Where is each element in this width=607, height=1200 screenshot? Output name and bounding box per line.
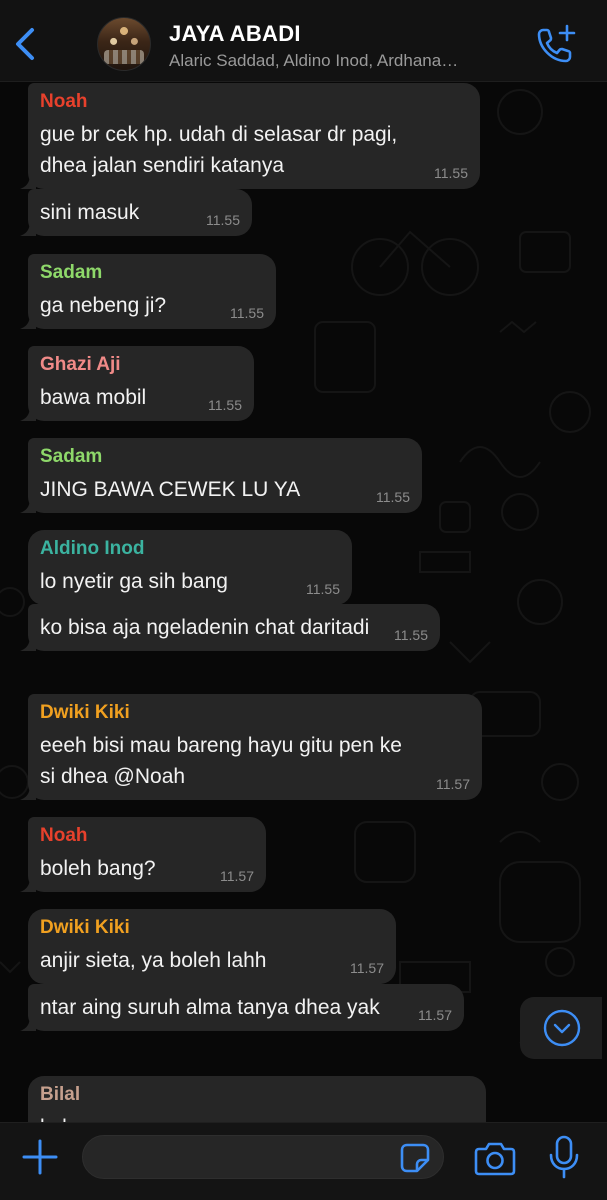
message-sender[interactable]: Noah bbox=[40, 825, 254, 847]
message-sender[interactable]: Dwiki Kiki bbox=[40, 917, 384, 939]
message-time: 11.57 bbox=[418, 1007, 452, 1023]
message-bubble[interactable]: sini masuk 11.55 bbox=[28, 189, 252, 236]
message-text: gue br cek hp. udah di selasar dr pagi, … bbox=[40, 123, 398, 177]
composer-bar bbox=[0, 1122, 607, 1200]
back-button[interactable] bbox=[8, 20, 42, 68]
message-bubble[interactable]: Dwiki Kiki eeeh bisi mau bareng hayu gitu… bbox=[28, 694, 482, 800]
sticker-icon bbox=[400, 1143, 430, 1173]
message-bubble[interactable]: Sadam ga nebeng ji? 11.55 bbox=[28, 254, 276, 329]
message-text: eeeh bisi mau bareng hayu gitu pen ke si… bbox=[40, 734, 402, 788]
sticker-button[interactable] bbox=[399, 1142, 431, 1174]
message-bubble[interactable]: ntar aing suruh alma tanya dhea yak 11.57 bbox=[28, 984, 464, 1031]
message-bubble[interactable]: Noah gue br cek hp. udah di selasar dr pa… bbox=[28, 83, 480, 189]
message-text: kalo ngga sama gue gapapa yen bbox=[40, 1112, 474, 1122]
phone-plus-icon bbox=[537, 24, 576, 63]
message-text: anjir sieta, ya boleh lahh bbox=[40, 949, 267, 972]
chat-header: JAYA ABADI Alaric Saddad, Aldino Inod, A… bbox=[0, 0, 607, 82]
chevron-left-icon bbox=[16, 28, 34, 60]
message-bubble[interactable]: Ghazi Aji bawa mobil 11.55 bbox=[28, 346, 254, 421]
message-sender[interactable]: Ghazi Aji bbox=[40, 354, 242, 376]
message-time: 11.57 bbox=[436, 776, 470, 792]
message-sender[interactable]: Sadam bbox=[40, 262, 264, 284]
attach-button[interactable] bbox=[20, 1137, 60, 1177]
message-time: 11.55 bbox=[376, 489, 410, 505]
message-time: 11.55 bbox=[206, 212, 240, 228]
message-bubble[interactable]: Sadam JING BAWA CEWEK LU YA 11.55 bbox=[28, 438, 422, 513]
message-text: lo nyetir ga sih bang bbox=[40, 570, 228, 593]
message-bubble[interactable]: Dwiki Kiki anjir sieta, ya boleh lahh 11.5… bbox=[28, 909, 396, 984]
message-text: ntar aing suruh alma tanya dhea yak bbox=[40, 996, 380, 1019]
scroll-to-bottom-button[interactable] bbox=[520, 997, 602, 1059]
message-time: 11.57 bbox=[350, 960, 384, 976]
message-text: JING BAWA CEWEK LU YA bbox=[40, 478, 301, 501]
add-call-button[interactable] bbox=[534, 22, 578, 66]
message-sender[interactable]: Aldino Inod bbox=[40, 538, 340, 560]
message-time: 11.55 bbox=[306, 581, 340, 597]
message-bubble[interactable]: Bilal kalo ngga sama gue gapapa yen bbox=[28, 1076, 486, 1122]
camera-icon bbox=[474, 1142, 516, 1176]
message-time: 11.55 bbox=[434, 165, 468, 181]
plus-icon bbox=[22, 1139, 58, 1175]
message-sender[interactable]: Sadam bbox=[40, 446, 410, 468]
group-title[interactable]: JAYA ABADI bbox=[169, 21, 301, 47]
message-bubble[interactable]: ko bisa aja ngeladenin chat daritadi 11.5… bbox=[28, 604, 440, 651]
message-bubble[interactable]: Noah boleh bang? 11.57 bbox=[28, 817, 266, 892]
message-bubble[interactable]: Aldino Inod lo nyetir ga sih bang 11.55 bbox=[28, 530, 352, 605]
message-sender[interactable]: Bilal bbox=[40, 1084, 474, 1106]
voice-note-button[interactable] bbox=[548, 1135, 580, 1181]
message-time: 11.55 bbox=[230, 305, 264, 321]
message-time: 11.55 bbox=[394, 627, 428, 643]
chat-area[interactable]: Noah gue br cek hp. udah di selasar dr pa… bbox=[0, 82, 607, 1122]
message-input[interactable] bbox=[82, 1135, 444, 1179]
chevron-down-circle-icon bbox=[543, 1009, 581, 1047]
message-text: ko bisa aja ngeladenin chat daritadi bbox=[40, 616, 370, 639]
microphone-icon bbox=[549, 1135, 579, 1179]
message-sender[interactable]: Noah bbox=[40, 91, 468, 113]
group-avatar[interactable] bbox=[97, 17, 151, 71]
message-sender[interactable]: Dwiki Kiki bbox=[40, 702, 470, 724]
message-time: 11.57 bbox=[220, 868, 254, 884]
group-members[interactable]: Alaric Saddad, Aldino Inod, Ardhana… bbox=[169, 51, 514, 71]
message-time: 11.55 bbox=[208, 397, 242, 413]
camera-button[interactable] bbox=[474, 1139, 516, 1177]
